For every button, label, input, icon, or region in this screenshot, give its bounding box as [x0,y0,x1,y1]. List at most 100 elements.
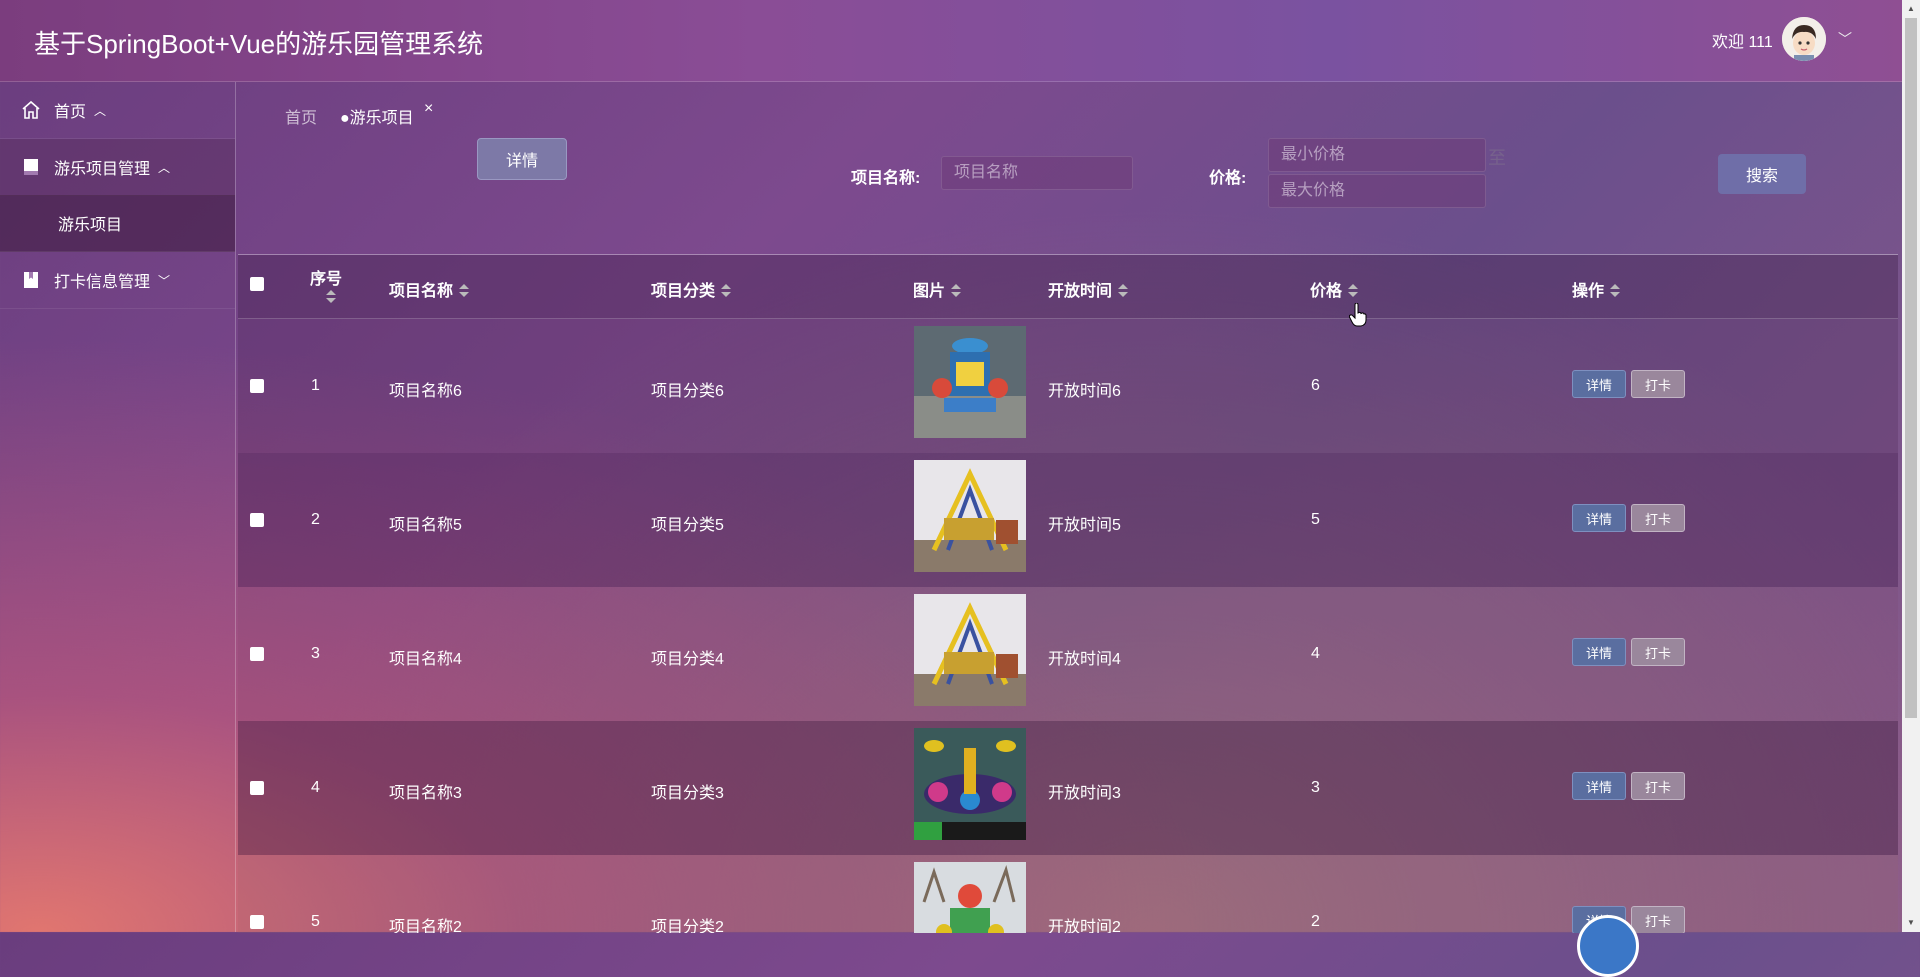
row-checkbox[interactable] [250,915,264,929]
row-index: 5 [311,913,320,930]
column-header-category[interactable]: 项目分类 [651,277,732,301]
tab-park-projects[interactable]: ●游乐项目 [340,104,414,128]
row-open-time: 开放时间5 [1048,517,1121,534]
project-name-label: 项目名称: [851,170,921,187]
chevron-down-icon: ﹀ [158,273,171,288]
column-header-label: 序号 [310,271,343,288]
sidebar-item-punch-management[interactable]: 打卡信息管理 ﹀ [0,252,235,309]
min-price-input[interactable] [1268,138,1486,172]
row-index: 2 [311,511,320,528]
column-header-open-time[interactable]: 开放时间 [1048,277,1129,301]
scrollbar-thumb[interactable] [1905,18,1917,718]
avatar-face-icon [1782,17,1826,61]
avatar[interactable] [1782,17,1826,61]
close-icon[interactable]: × [424,100,433,118]
project-image[interactable] [914,728,1026,840]
row-detail-button[interactable]: 详情 [1572,638,1626,666]
projects-table: 序号 项目名称 项目分类 图片 开放时间 价格 操作 1 项目名称6 项目分类6 [238,254,1898,933]
tab-home[interactable]: 首页 [285,104,317,128]
search-button[interactable]: 搜索 [1718,154,1806,194]
range-separator: 至 [1488,148,1506,168]
row-name: 项目名称5 [389,517,462,534]
top-bar: 基于SpringBoot+Vue的游乐园管理系统 欢迎 111 ﹀ [0,0,1902,82]
row-checkbox[interactable] [250,781,264,795]
project-image[interactable] [914,862,1026,933]
row-punch-button[interactable]: 打卡 [1631,370,1685,398]
project-image[interactable] [914,326,1026,438]
detail-button[interactable]: 详情 [477,138,567,180]
row-category: 项目分类4 [651,651,724,668]
row-name: 项目名称4 [389,651,462,668]
floating-action-button[interactable] [1577,915,1639,977]
row-punch-button[interactable]: 打卡 [1631,504,1685,532]
sidebar-item-park-projects[interactable]: 游乐项目 [0,195,235,252]
scrollbar[interactable]: ▲ ▼ [1902,0,1920,932]
row-detail-button[interactable]: 详情 [1572,772,1626,800]
row-open-time: 开放时间4 [1048,651,1121,668]
row-checkbox[interactable] [250,647,264,661]
scroll-up-icon[interactable]: ▲ [1907,4,1915,13]
sort-icon[interactable] [951,284,962,298]
project-image[interactable] [914,460,1026,572]
sidebar-item-home[interactable]: 首页 ︿ [0,82,235,139]
row-category: 项目分类5 [651,517,724,534]
sort-icon[interactable] [326,290,336,304]
sort-icon[interactable] [459,284,470,298]
book-icon [24,272,38,288]
column-header-label: 图片 [913,283,946,300]
row-category: 项目分类3 [651,785,724,802]
table-row[interactable]: 4 项目名称3 项目分类3 开放时间3 3 详情 打卡 [238,721,1898,855]
table-row[interactable]: 5 项目名称2 项目分类2 开放时间2 2 详情 打卡 [238,855,1898,933]
row-price: 3 [1311,779,1320,796]
max-price-input[interactable] [1268,174,1486,208]
row-open-time: 开放时间3 [1048,785,1121,802]
table-row[interactable]: 1 项目名称6 项目分类6 开放时间6 6 详情 打卡 [238,319,1898,453]
sort-icon[interactable] [721,284,732,298]
row-category: 项目分类2 [651,919,724,933]
column-header-actions[interactable]: 操作 [1572,277,1621,301]
column-header-label: 项目名称 [389,283,454,300]
scroll-down-icon[interactable]: ▼ [1907,918,1915,927]
row-punch-button[interactable]: 打卡 [1631,772,1685,800]
sidebar: 首页 ︿ 游乐项目管理 ︿ 游乐项目 打卡信息管理 ﹀ [0,82,236,932]
column-header-label: 项目分类 [651,283,716,300]
row-detail-button[interactable]: 详情 [1572,370,1626,398]
table-row[interactable]: 2 项目名称5 项目分类5 开放时间5 5 详情 打卡 [238,453,1898,587]
table-row[interactable]: 3 项目名称4 项目分类4 开放时间4 4 详情 打卡 [238,587,1898,721]
row-detail-button[interactable]: 详情 [1572,504,1626,532]
app-page: 基于SpringBoot+Vue的游乐园管理系统 欢迎 111 ﹀ 首页 ︿ 游… [0,0,1902,977]
sort-icon[interactable] [1118,284,1129,298]
row-checkbox[interactable] [250,513,264,527]
row-index: 1 [311,377,320,394]
row-checkbox[interactable] [250,379,264,393]
row-punch-button[interactable]: 打卡 [1631,638,1685,666]
table-header: 序号 项目名称 项目分类 图片 开放时间 价格 操作 [238,255,1898,319]
sort-icon[interactable] [1610,284,1621,298]
select-all-checkbox[interactable] [250,277,264,291]
price-label: 价格: [1209,170,1247,187]
hand-cursor-icon [1349,303,1367,327]
row-price: 4 [1311,645,1320,662]
project-image[interactable] [914,594,1026,706]
app-title: 基于SpringBoot+Vue的游乐园管理系统 [34,29,484,59]
bookmark-icon [24,159,38,175]
sidebar-item-label: 游乐项目管理 [54,161,151,178]
row-open-time: 开放时间2 [1048,919,1121,933]
column-header-label: 操作 [1572,283,1605,300]
sidebar-item-label: 首页 [54,104,87,121]
row-open-time: 开放时间6 [1048,383,1121,400]
sidebar-item-park-management[interactable]: 游乐项目管理 ︿ [0,139,235,196]
column-header-image[interactable]: 图片 [913,277,962,301]
column-header-price[interactable]: 价格 [1310,277,1359,301]
column-header-name[interactable]: 项目名称 [389,277,470,301]
chevron-up-icon: ︿ [94,103,107,118]
welcome-text: 欢迎 111 [1712,34,1773,51]
column-header-index[interactable]: 序号 [310,265,342,307]
row-name: 项目名称3 [389,785,462,802]
chevron-down-icon[interactable]: ﹀ [1838,29,1852,49]
column-header-label: 价格 [1310,283,1343,300]
row-punch-button[interactable]: 打卡 [1631,906,1685,933]
row-price: 2 [1311,913,1320,930]
project-name-input[interactable] [941,156,1133,190]
sort-icon[interactable] [1348,284,1359,298]
